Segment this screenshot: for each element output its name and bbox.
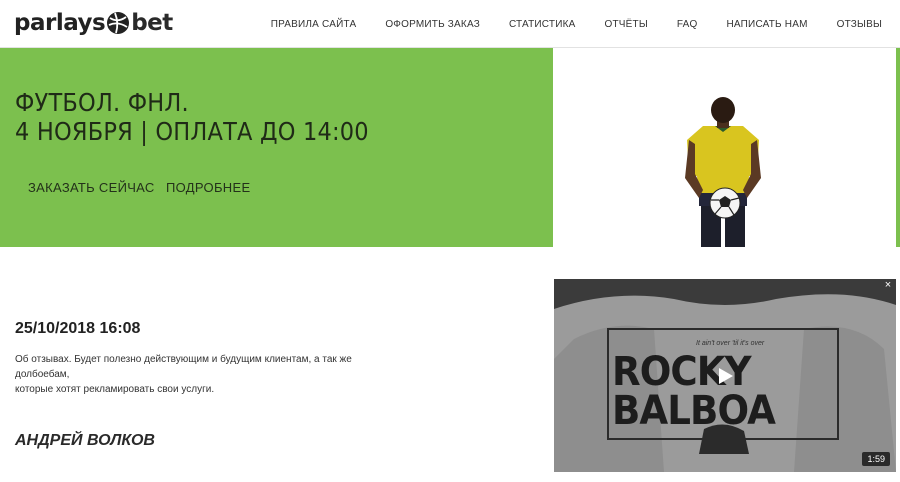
football-player-illustration (685, 97, 761, 247)
nav-order[interactable]: ОФОРМИТЬ ЗАКАЗ (385, 19, 480, 30)
site-header: parlays bet ПРАВИЛА САЙТА ОФОРМИТЬ ЗАКАЗ… (0, 0, 900, 48)
nav-faq[interactable]: FAQ (677, 19, 698, 30)
shirt-line2: BALBOA (612, 388, 776, 434)
nav-reports[interactable]: ОТЧЁТЫ (604, 19, 647, 30)
hero-player-image (553, 48, 897, 247)
shirt-print: ROCKY BALBOA (612, 349, 776, 434)
shirt-small-print: It ain't over 'til it's over (696, 340, 765, 347)
play-icon[interactable] (716, 367, 734, 385)
post-text-line3: которые хотят рекламировать свои услуги. (15, 384, 215, 395)
nav-contact[interactable]: НАПИСАТЬ НАМ (726, 19, 807, 30)
hero-banner: ФУТБОЛ. ФНЛ. 4 НОЯБРЯ | ОПЛАТА ДО 14:00 … (0, 48, 900, 247)
hero-edge-strip (896, 48, 900, 247)
nav-reviews[interactable]: ОТЗЫВЫ (837, 19, 882, 30)
post-text-line1: Об отзывах. Будет полезно действующим и … (15, 354, 352, 365)
close-icon[interactable]: × (882, 279, 894, 291)
soccer-ball-logo-icon (107, 12, 130, 34)
hero-green-panel: ФУТБОЛ. ФНЛ. 4 НОЯБРЯ | ОПЛАТА ДО 14:00 … (0, 48, 553, 247)
hero-title-line1: ФУТБОЛ. ФНЛ. (15, 88, 189, 117)
main-nav: ПРАВИЛА САЙТА ОФОРМИТЬ ЗАКАЗ СТАТИСТИКА … (242, 0, 882, 48)
post-date: 25/10/2018 16:08 (15, 320, 141, 337)
hero-title: ФУТБОЛ. ФНЛ. 4 НОЯБРЯ | ОПЛАТА ДО 14:00 (15, 88, 369, 146)
more-info-button[interactable]: ПОДРОБНЕЕ (166, 180, 250, 195)
hero-title-line2: 4 НОЯБРЯ | ОПЛАТА ДО 14:00 (15, 117, 369, 146)
logo-text-right: bet (131, 10, 173, 36)
shirt-line1: ROCKY (612, 349, 752, 395)
post-author: АНДРЕЙ ВОЛКОВ (15, 432, 155, 449)
logo-text-left: parlays (14, 10, 106, 36)
post-body: Об отзывах. Будет полезно действующим и … (15, 352, 375, 397)
logo[interactable]: parlays bet (14, 7, 173, 39)
order-now-button[interactable]: ЗАКАЗАТЬ СЕЙЧАС (28, 180, 155, 195)
post-text-line2: долбоебам, (15, 369, 70, 380)
nav-statistics[interactable]: СТАТИСТИКА (509, 19, 576, 30)
video-player[interactable]: It ain't over 'til it's over ROCKY BALBO… (554, 279, 896, 472)
video-duration: 1:59 (862, 452, 890, 466)
nav-rules[interactable]: ПРАВИЛА САЙТА (271, 19, 357, 30)
